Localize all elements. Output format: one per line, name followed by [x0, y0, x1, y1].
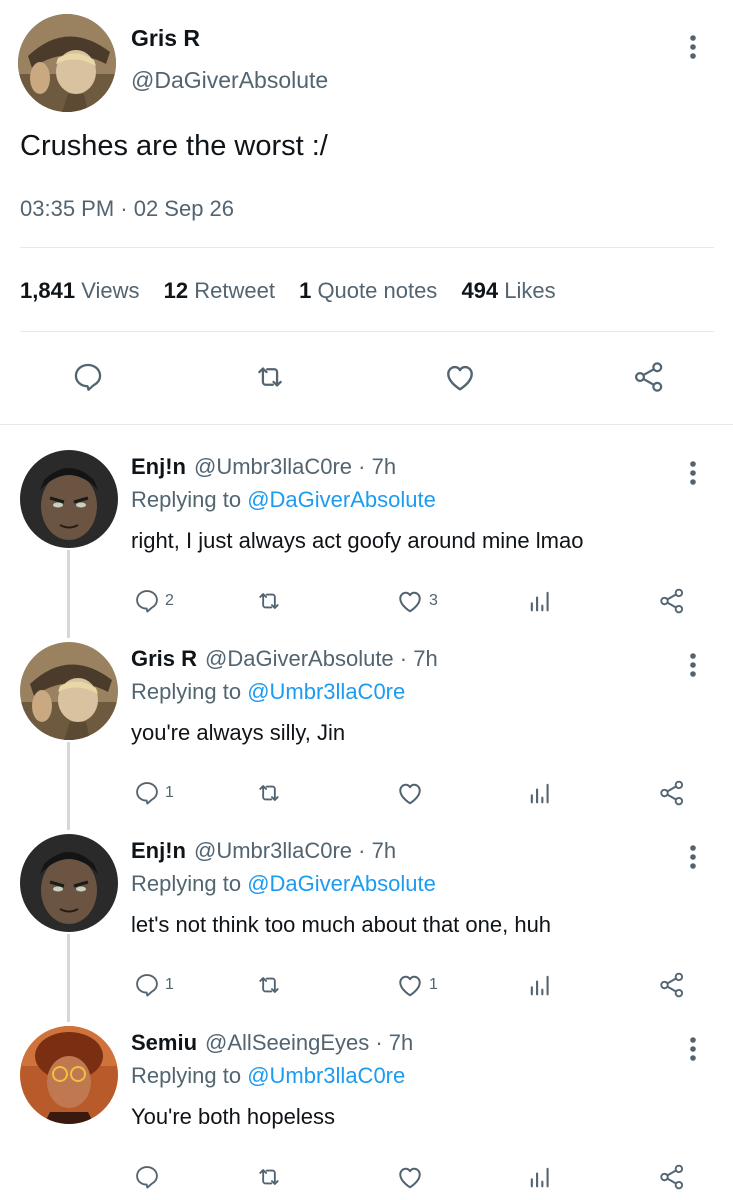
reply-handle-time[interactable]: @DaGiverAbsolute · 7h	[205, 646, 438, 671]
more-options-icon[interactable]	[680, 1034, 706, 1064]
reply-icon	[136, 1166, 158, 1189]
like-icon	[399, 783, 421, 805]
reply-tweet: Semiu @AllSeeingEyes · 7h Replying to @Um…	[0, 1026, 733, 1200]
like-icon	[399, 591, 421, 613]
divider	[20, 331, 714, 332]
reply-author-name[interactable]: Gris R	[131, 646, 197, 671]
reply-handle-time[interactable]: @AllSeeingEyes · 7h	[205, 1030, 413, 1055]
replying-to-link[interactable]: @DaGiverAbsolute	[247, 871, 436, 896]
more-options-icon[interactable]	[680, 650, 706, 680]
divider	[0, 424, 733, 425]
share-icon[interactable]	[657, 967, 687, 1003]
reply-handle-time[interactable]: @Umbr3llaC0re · 7h	[194, 838, 396, 863]
like-count: 1	[429, 976, 438, 993]
like-button[interactable]	[395, 1159, 429, 1195]
reply-tweet: Enj!n @Umbr3llaC0re · 7h Replying to @DaG…	[0, 450, 733, 642]
analytics-icon[interactable]	[526, 583, 554, 619]
reply-header: Enj!n @Umbr3llaC0re · 7h	[131, 454, 396, 480]
retweet-icon[interactable]	[255, 967, 283, 1003]
share-icon[interactable]	[657, 775, 687, 811]
main-tweet: Gris R @DaGiverAbsolute Crushes are the …	[0, 0, 733, 424]
reply-icon	[136, 974, 158, 997]
author-name[interactable]: Gris R	[131, 25, 200, 52]
like-icon[interactable]	[435, 352, 485, 402]
replying-to: Replying to @DaGiverAbsolute	[131, 871, 436, 896]
reply-avatar[interactable]	[20, 1026, 118, 1124]
like-count: 3	[429, 592, 438, 609]
replying-to-link[interactable]: @Umbr3llaC0re	[247, 679, 405, 704]
like-button[interactable]	[395, 775, 429, 811]
reply-text: you're always silly, Jin	[131, 720, 346, 745]
reply-header: Gris R @DaGiverAbsolute · 7h	[131, 646, 438, 672]
reply-count: 2	[165, 592, 174, 609]
divider	[20, 247, 714, 248]
reply-text: You're both hopeless	[131, 1104, 335, 1129]
reply-count: 1	[165, 976, 174, 993]
tweet-stats: 1,841 Views 12 Retweet 1 Quote notes 494…	[20, 278, 574, 304]
replying-to-link[interactable]: @Umbr3llaC0re	[247, 1063, 405, 1088]
like-button[interactable]: 3	[395, 583, 438, 619]
views-stat[interactable]: 1,841 Views	[20, 278, 139, 303]
like-icon	[399, 1167, 421, 1189]
retweet-icon[interactable]	[255, 583, 283, 619]
reply-tweet: Gris R @DaGiverAbsolute · 7h Replying to …	[0, 642, 733, 834]
like-icon	[399, 975, 421, 997]
replying-to-link[interactable]: @DaGiverAbsolute	[247, 487, 436, 512]
reply-handle-time[interactable]: @Umbr3llaC0re · 7h	[194, 454, 396, 479]
reply-avatar[interactable]	[20, 834, 118, 932]
reply-icon[interactable]	[63, 352, 113, 402]
like-button[interactable]: 1	[395, 967, 438, 1003]
reply-author-name[interactable]: Enj!n	[131, 838, 186, 863]
reply-author-name[interactable]: Enj!n	[131, 454, 186, 479]
reply-count: 1	[165, 784, 174, 801]
reply-tweet: Enj!n @Umbr3llaC0re · 7h Replying to @DaG…	[0, 834, 733, 1026]
analytics-icon[interactable]	[526, 775, 554, 811]
tweet-actions	[0, 352, 733, 402]
share-icon[interactable]	[624, 352, 674, 402]
reply-text: right, I just always act goofy around mi…	[131, 528, 584, 553]
reply-text: let's not think too much about that one,…	[131, 912, 552, 937]
more-options-icon[interactable]	[680, 32, 706, 62]
reply-header: Enj!n @Umbr3llaC0re · 7h	[131, 838, 396, 864]
retweet-icon[interactable]	[245, 352, 295, 402]
analytics-icon[interactable]	[526, 1159, 554, 1195]
reply-author-name[interactable]: Semiu	[131, 1030, 197, 1055]
analytics-icon[interactable]	[526, 967, 554, 1003]
author-avatar[interactable]	[18, 14, 116, 112]
retweet-icon[interactable]	[255, 775, 283, 811]
more-options-icon[interactable]	[680, 842, 706, 872]
reply-button[interactable]: 2	[133, 583, 174, 619]
retweets-stat[interactable]: 12 Retweet	[164, 278, 275, 303]
share-icon[interactable]	[657, 1159, 687, 1195]
author-handle[interactable]: @DaGiverAbsolute	[131, 67, 328, 94]
reply-header: Semiu @AllSeeingEyes · 7h	[131, 1030, 413, 1056]
reply-avatar[interactable]	[20, 450, 118, 548]
retweet-icon[interactable]	[255, 1159, 283, 1195]
reply-avatar[interactable]	[20, 642, 118, 740]
share-icon[interactable]	[657, 583, 687, 619]
reply-icon	[136, 782, 158, 805]
tweet-timestamp[interactable]: 03:35 PM · 02 Sep 26	[20, 196, 234, 222]
quotes-stat[interactable]: 1 Quote notes	[299, 278, 437, 303]
tweet-text: Crushes are the worst :/	[20, 130, 328, 162]
reply-button[interactable]: 1	[133, 775, 174, 811]
more-options-icon[interactable]	[680, 458, 706, 488]
reply-button[interactable]: 1	[133, 967, 174, 1003]
likes-stat[interactable]: 494 Likes	[461, 278, 555, 303]
reply-button[interactable]	[133, 1159, 165, 1195]
replying-to: Replying to @Umbr3llaC0re	[131, 1063, 406, 1088]
replying-to: Replying to @Umbr3llaC0re	[131, 679, 406, 704]
replying-to: Replying to @DaGiverAbsolute	[131, 487, 436, 512]
reply-icon	[136, 590, 158, 613]
